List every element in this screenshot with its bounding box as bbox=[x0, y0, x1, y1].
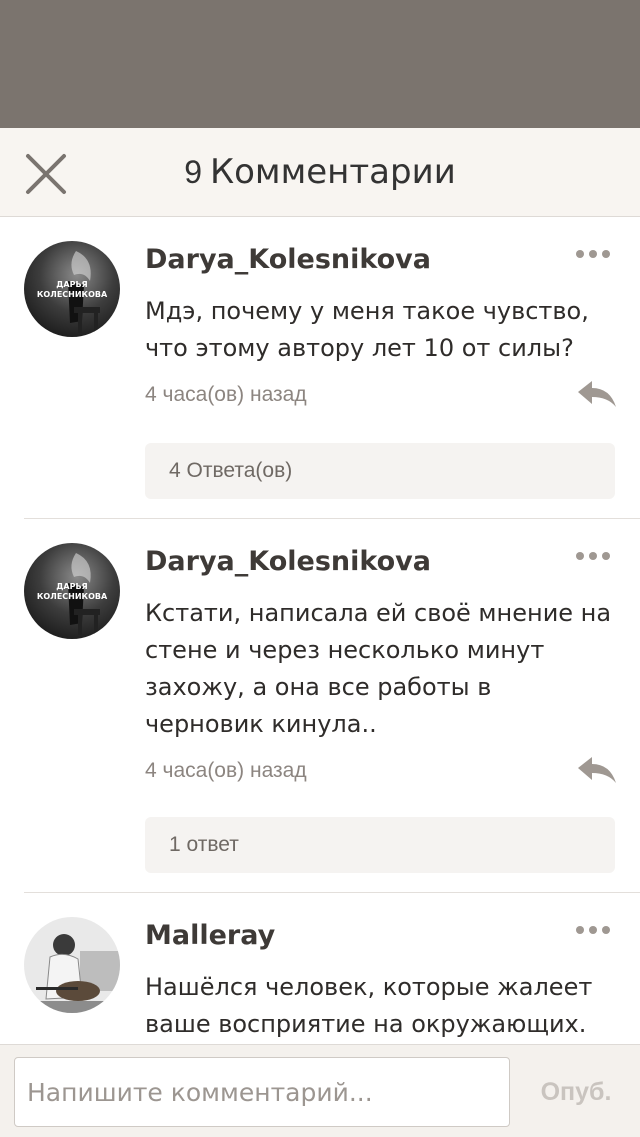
comment-text: Мдэ, почему у меня такое чувство, что эт… bbox=[145, 297, 589, 362]
replies-count-label: 4 Ответа(ов) bbox=[169, 459, 293, 482]
comment-author[interactable]: Malleray bbox=[145, 920, 275, 951]
publish-button[interactable]: Опуб. bbox=[524, 1057, 628, 1127]
svg-text:КОЛЕСНИКОВА: КОЛЕСНИКОВА bbox=[37, 592, 108, 601]
more-dot bbox=[602, 926, 610, 934]
close-button[interactable] bbox=[22, 150, 70, 198]
reply-icon bbox=[578, 381, 616, 407]
svg-text:ДАРЬЯ: ДАРЬЯ bbox=[56, 280, 87, 289]
comment-author[interactable]: Darya_Kolesnikova bbox=[145, 546, 431, 577]
avatar[interactable]: ДАРЬЯ КОЛЕСНИКОВА bbox=[24, 241, 120, 337]
comments-title: Комментарии bbox=[209, 152, 456, 192]
comments-header: 9 Комментарии bbox=[0, 128, 640, 217]
page-title: 9 Комментарии bbox=[0, 128, 640, 216]
avatar-image bbox=[24, 917, 120, 1013]
comments-sheet: 9 Комментарии ДАРЬЯ КОЛЕСНИКОВА Darya_Ko… bbox=[0, 128, 640, 1137]
comment-text: Нашёлся человек, которые жалеет ваше вос… bbox=[145, 973, 593, 1038]
replies-count-label: 1 ответ bbox=[169, 833, 239, 856]
more-dot bbox=[589, 552, 597, 560]
dimmed-background[interactable] bbox=[0, 0, 640, 128]
comments-count: 9 bbox=[184, 154, 202, 190]
comment-text: Кстати, написала ей своё мнение на стене… bbox=[145, 599, 612, 738]
comment-timestamp: 4 часа(ов) назад bbox=[145, 759, 307, 782]
comment-item: Malleray Нашёлся человек, которые жалеет… bbox=[0, 893, 640, 1044]
more-dot bbox=[602, 250, 610, 258]
more-dot bbox=[576, 926, 584, 934]
reply-button[interactable] bbox=[576, 755, 618, 785]
close-icon bbox=[26, 154, 66, 194]
comment-composer: Опуб. bbox=[0, 1044, 640, 1137]
view-replies-button[interactable]: 1 ответ bbox=[145, 817, 615, 873]
more-options-button[interactable] bbox=[576, 243, 616, 263]
comment-item: ДАРЬЯ КОЛЕСНИКОВА Darya_Kolesnikova Мдэ,… bbox=[0, 217, 640, 519]
avatar[interactable]: ДАРЬЯ КОЛЕСНИКОВА bbox=[24, 543, 120, 639]
comment-author[interactable]: Darya_Kolesnikova bbox=[145, 244, 431, 275]
reply-icon bbox=[578, 757, 616, 783]
more-dot bbox=[589, 926, 597, 934]
view-replies-button[interactable]: 4 Ответа(ов) bbox=[145, 443, 615, 499]
more-dot bbox=[602, 552, 610, 560]
more-dot bbox=[576, 250, 584, 258]
avatar-image: ДАРЬЯ КОЛЕСНИКОВА bbox=[24, 543, 120, 639]
avatar[interactable] bbox=[24, 917, 120, 1013]
svg-text:КОЛЕСНИКОВА: КОЛЕСНИКОВА bbox=[37, 290, 108, 299]
reply-button[interactable] bbox=[576, 379, 618, 409]
avatar-image: ДАРЬЯ КОЛЕСНИКОВА bbox=[24, 241, 120, 337]
comments-list[interactable]: ДАРЬЯ КОЛЕСНИКОВА Darya_Kolesnikova Мдэ,… bbox=[0, 217, 640, 1044]
comment-input[interactable] bbox=[14, 1057, 510, 1127]
svg-text:ДАРЬЯ: ДАРЬЯ bbox=[56, 582, 87, 591]
more-dot bbox=[576, 552, 584, 560]
more-options-button[interactable] bbox=[576, 545, 616, 565]
comment-timestamp: 4 часа(ов) назад bbox=[145, 383, 307, 406]
more-dot bbox=[589, 250, 597, 258]
comment-item: ДАРЬЯ КОЛЕСНИКОВА Darya_Kolesnikova Кста… bbox=[0, 519, 640, 893]
more-options-button[interactable] bbox=[576, 919, 616, 939]
